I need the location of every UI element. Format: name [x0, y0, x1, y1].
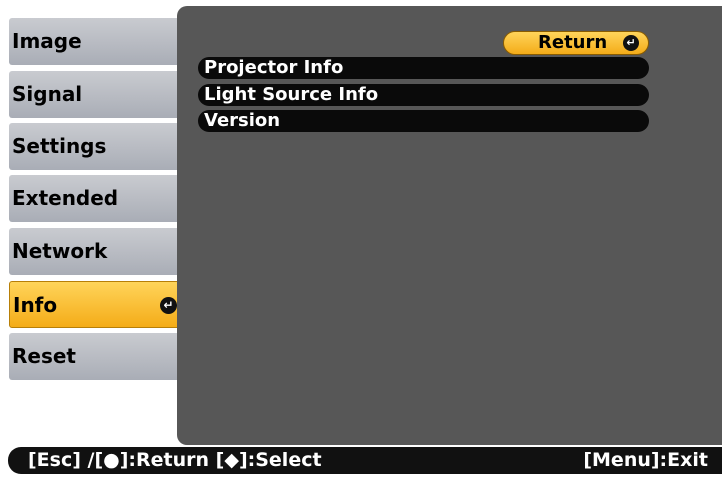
- status-bar: [Esc] /[●]:Return [◆]:Select [Menu]:Exit: [0, 447, 722, 498]
- sidebar-item-label: Image: [12, 29, 82, 53]
- status-help-text: [Esc] /[●]:Return [◆]:Select: [28, 449, 322, 471]
- sidebar-item-label: Reset: [12, 344, 76, 368]
- sidebar-item-label: Signal: [12, 82, 83, 106]
- sidebar-item-network[interactable]: Network: [9, 228, 177, 275]
- menu-item-light-source-info[interactable]: Light Source Info: [198, 84, 649, 106]
- menu-item-label: Version: [204, 110, 281, 131]
- sidebar-item-reset[interactable]: Reset: [9, 333, 177, 380]
- sidebar-item-label: Extended: [12, 186, 119, 210]
- menu-item-label: Light Source Info: [204, 84, 379, 105]
- projector-menu-screen: { "sidebar": { "items": [ {"label": "Ima…: [0, 0, 722, 498]
- sidebar-item-settings[interactable]: Settings: [9, 123, 177, 170]
- sidebar-item-signal[interactable]: Signal: [9, 71, 177, 118]
- enter-icon: ↵: [623, 35, 639, 51]
- return-button[interactable]: Return ↵: [503, 31, 649, 55]
- status-pill: [Esc] /[●]:Return [◆]:Select [Menu]:Exit: [8, 447, 722, 474]
- sidebar-item-label: Network: [12, 239, 108, 263]
- sidebar-item-label: Info: [13, 293, 58, 317]
- sidebar-item-extended[interactable]: Extended: [9, 175, 177, 222]
- menu-item-projector-info[interactable]: Projector Info: [198, 57, 649, 79]
- sidebar-item-info[interactable]: Info ↵: [9, 281, 187, 328]
- menu-item-label: Projector Info: [204, 57, 344, 78]
- sidebar-item-image[interactable]: Image: [9, 18, 177, 65]
- return-label: Return: [538, 32, 608, 53]
- menu-item-version[interactable]: Version: [198, 110, 649, 132]
- enter-icon: ↵: [160, 297, 177, 314]
- status-exit-text: [Menu]:Exit: [583, 449, 708, 471]
- sidebar-item-label: Settings: [12, 134, 107, 158]
